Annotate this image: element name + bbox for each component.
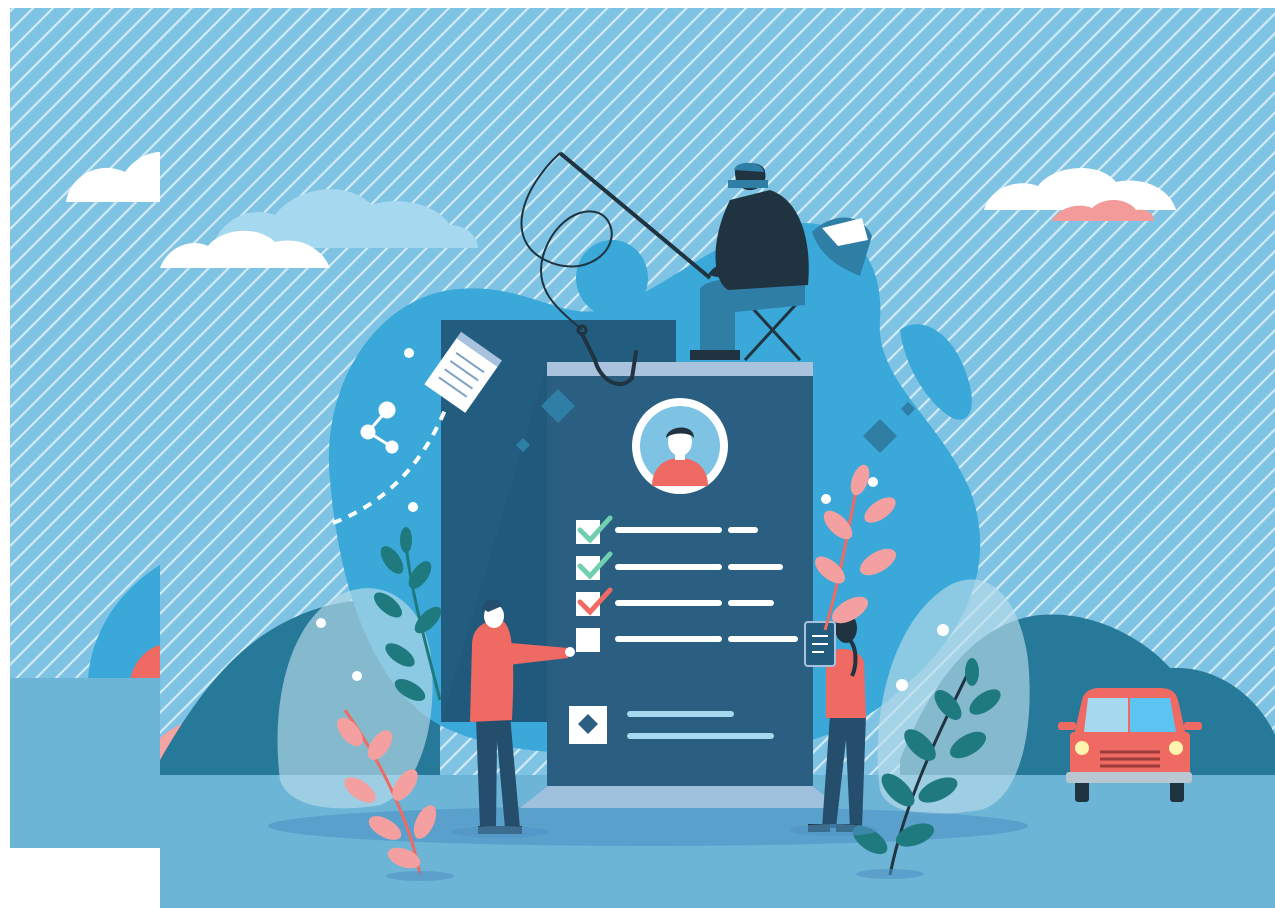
document-stand <box>520 786 840 808</box>
phishing-resume-illustration <box>0 0 1275 908</box>
avatar-portrait <box>632 398 728 494</box>
